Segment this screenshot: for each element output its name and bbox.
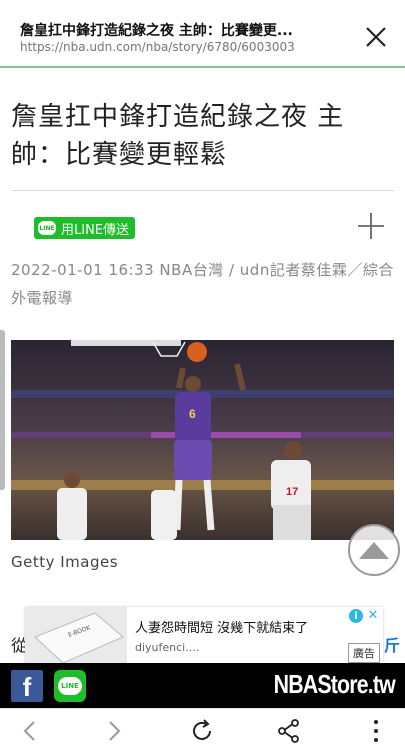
back-icon[interactable]: [16, 717, 44, 745]
ebook-image: E-BOOK: [25, 607, 127, 663]
site-footer-bar: f LINE NBAStore.tw: [0, 663, 405, 708]
reload-icon[interactable]: [188, 717, 216, 745]
more-icon[interactable]: [362, 717, 390, 745]
line-button[interactable]: LINE: [54, 670, 86, 702]
photo-caption: Getty Images: [11, 553, 119, 571]
svg-text:6: 6: [189, 407, 196, 421]
close-icon[interactable]: [363, 24, 389, 50]
browser-top-bar: 詹皇扛中鋒打造紀錄之夜 主帥：比賽變更... https://nba.udn.c…: [0, 0, 405, 68]
nbastore-logo[interactable]: NBAStore.tw: [274, 669, 396, 700]
ad-close-icon[interactable]: ✕: [366, 609, 380, 623]
line-share-button[interactable]: LINE 用LINE傳送: [34, 217, 136, 239]
plus-icon[interactable]: [356, 211, 386, 241]
ad-title[interactable]: 人妻怨時間短 沒幾下就結束了: [135, 617, 308, 636]
divider: [11, 190, 394, 191]
ad-info-icon[interactable]: i: [349, 609, 363, 623]
scroll-top-icon: [359, 542, 389, 559]
line-share-label: 用LINE傳送: [61, 222, 130, 238]
svg-text:17: 17: [286, 486, 298, 498]
facebook-icon[interactable]: f: [11, 670, 43, 702]
article-headline: 詹皇扛中鋒打造紀錄之夜 主帥：比賽變更輕鬆: [11, 102, 345, 170]
article-link-fragment[interactable]: 斤: [384, 632, 400, 656]
page-url[interactable]: https://nba.udn.com/nba/story/6780/60030…: [20, 40, 340, 54]
line-icon: LINE: [58, 677, 82, 695]
page-title: 詹皇扛中鋒打造紀錄之夜 主帥：比賽變更...: [20, 23, 293, 39]
line-icon: LINE: [38, 221, 56, 235]
browser-nav-bar: [0, 708, 405, 752]
ad-thumbnail: E-BOOK: [25, 607, 127, 663]
ad-banner[interactable]: E-BOOK 人妻怨時間短 沒幾下就結束了 diyufenci.... i ✕ …: [25, 607, 383, 663]
scroll-to-top-button[interactable]: [348, 524, 400, 576]
article-meta: 2022-01-01 16:33 NBA台灣 / udn記者蔡佳霖／綜合外電報導: [11, 261, 394, 307]
ad-label: 廣告: [348, 643, 380, 663]
basketball-photo: 6 17: [11, 340, 394, 540]
share-icon[interactable]: [275, 717, 303, 745]
ad-domain: diyufenci....: [135, 641, 200, 654]
article-photo[interactable]: 6 17: [11, 340, 394, 540]
forward-icon[interactable]: [100, 717, 128, 745]
side-handle[interactable]: [0, 330, 5, 490]
